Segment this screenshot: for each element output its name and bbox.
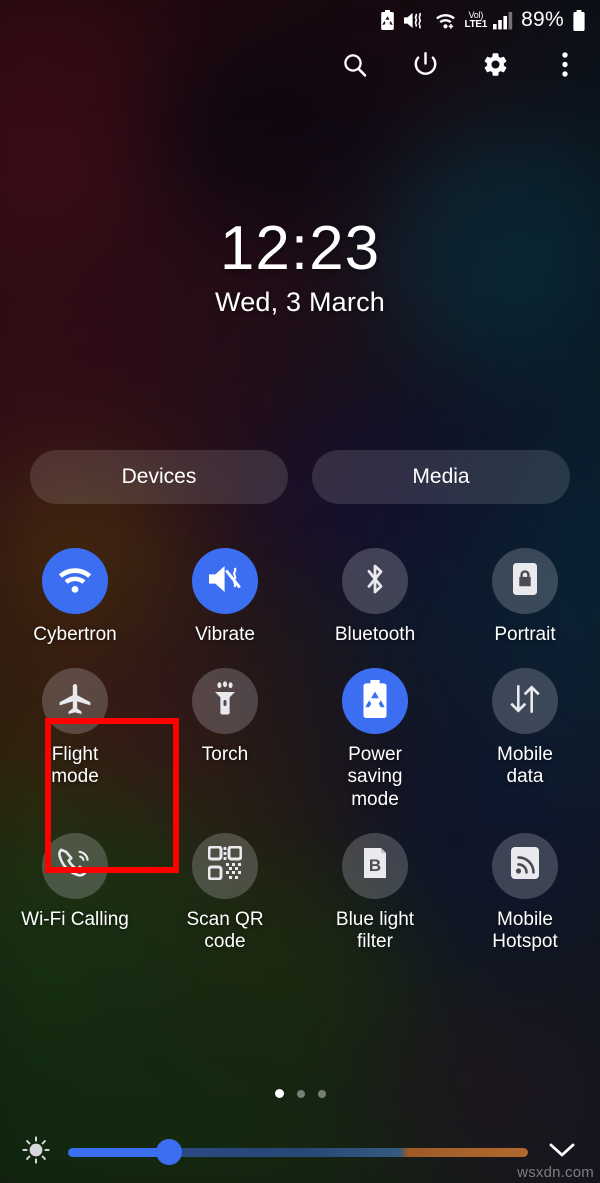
battery-percent-label: 89%: [521, 8, 564, 31]
volte-status-icon: Vol) LTE1: [464, 10, 488, 30]
pill-button-row: Devices Media: [30, 450, 570, 504]
brightness-icon: [21, 1135, 51, 1170]
search-icon: [342, 52, 368, 83]
signal-bars-status-icon: [493, 11, 513, 30]
tile-wifi-calling[interactable]: Wi-Fi Calling: [0, 832, 150, 953]
tile-power-saving-label: Power saving mode: [347, 744, 403, 810]
flashlight-icon: [209, 681, 241, 722]
qr-code-icon: [207, 845, 243, 885]
tile-scan-qr-circle: [192, 832, 258, 899]
power-button[interactable]: [404, 46, 446, 88]
tile-blue-light-filter-label: Blue light filter: [335, 908, 415, 953]
gear-icon: [482, 51, 509, 83]
tile-auto-rotate-circle: [492, 548, 558, 614]
tile-wifi-label: Cybertron: [33, 624, 117, 645]
tile-auto-rotate-label: Portrait: [494, 624, 556, 645]
tile-torch-label: Torch: [201, 744, 249, 766]
devices-pill-label: Devices: [121, 465, 197, 488]
mobile-data-icon: [508, 682, 542, 721]
tile-power-saving-circle: [342, 668, 408, 735]
status-bar: Vol) LTE1 89%: [0, 0, 600, 40]
page-dot-2[interactable]: [296, 1089, 305, 1098]
brightness-slider[interactable]: [68, 1137, 528, 1167]
tile-mobile-hotspot-circle: [492, 832, 558, 899]
quick-settings-panel: Vol) LTE1 89% 12:23 Wed, 3 March Devices…: [0, 0, 600, 1183]
clock-widget[interactable]: 12:23 Wed, 3 March: [0, 216, 600, 318]
tile-mobile-data-circle: [492, 668, 558, 735]
tile-wifi-calling-circle: [42, 832, 108, 899]
tile-wifi-circle: [42, 548, 108, 614]
tile-power-saving[interactable]: Power saving mode: [300, 668, 450, 811]
vibrate-status-icon: [403, 11, 426, 30]
tile-sound-mode-label: Vibrate: [195, 624, 255, 645]
tile-scan-qr[interactable]: Scan QR code: [150, 832, 300, 953]
page-indicator[interactable]: [0, 1089, 600, 1098]
clock-date: Wed, 3 March: [215, 287, 385, 318]
bluetooth-icon: [359, 562, 391, 601]
power-icon: [412, 51, 439, 83]
tile-mobile-data[interactable]: Mobile data: [450, 668, 600, 811]
wifi-status-icon: [434, 11, 457, 30]
blue-light-icon: B: [360, 846, 390, 885]
svg-text:B: B: [369, 856, 381, 875]
tile-flight-mode-circle: [42, 668, 108, 735]
clock-time: 12:23: [219, 214, 381, 283]
media-pill[interactable]: Media: [312, 450, 570, 504]
tile-flight-mode[interactable]: Flight mode: [0, 668, 150, 811]
settings-button[interactable]: [474, 46, 516, 88]
chevron-down-icon: [548, 1141, 576, 1164]
media-pill-label: Media: [412, 465, 470, 488]
battery-saver-status-icon: [380, 10, 395, 30]
page-dot-3[interactable]: [317, 1089, 326, 1098]
tile-bluetooth-circle: [342, 548, 408, 614]
airplane-icon: [57, 682, 93, 721]
battery-saver-icon: [361, 679, 389, 723]
tile-auto-rotate[interactable]: Portrait: [450, 548, 600, 646]
search-button[interactable]: [334, 46, 376, 88]
more-vertical-icon: [561, 51, 569, 83]
battery-status-icon: [572, 9, 586, 31]
tile-wifi-calling-label: Wi-Fi Calling: [21, 908, 129, 930]
vibrate-icon: [206, 563, 244, 600]
tile-mobile-hotspot[interactable]: Mobile Hotspot: [450, 832, 600, 953]
brightness-button[interactable]: [18, 1134, 54, 1170]
brightness-slider-fill: [68, 1147, 170, 1157]
tile-bluetooth-label: Bluetooth: [334, 624, 416, 645]
hotspot-icon: [509, 846, 541, 885]
rotation-lock-icon: [510, 561, 540, 602]
more-options-button[interactable]: [544, 46, 586, 88]
wifi-icon: [56, 563, 94, 600]
tile-bluetooth[interactable]: Bluetooth: [300, 548, 450, 646]
wifi-calling-icon: [56, 845, 94, 886]
tile-blue-light-filter[interactable]: B Blue light filter: [300, 832, 450, 953]
tile-mobile-hotspot-label: Mobile Hotspot: [492, 908, 558, 953]
tile-sound-mode-circle: [192, 548, 258, 614]
tile-mobile-data-label: Mobile data: [497, 744, 553, 788]
watermark: wsxdn.com: [517, 1164, 594, 1181]
quick-settings-grid: Cybertron Vibrate Bluetooth Portrait Fli…: [0, 548, 600, 953]
quick-settings-toolbar: [334, 46, 586, 88]
tile-scan-qr-label: Scan QR code: [186, 908, 264, 953]
tile-blue-light-filter-circle: B: [342, 832, 408, 899]
tile-torch-circle: [192, 668, 258, 735]
brightness-slider-thumb[interactable]: [156, 1139, 183, 1165]
devices-pill[interactable]: Devices: [30, 450, 288, 504]
tile-wifi[interactable]: Cybertron: [0, 548, 150, 646]
brightness-row: [0, 1127, 600, 1177]
page-dot-1[interactable]: [274, 1089, 284, 1098]
tile-torch[interactable]: Torch: [150, 668, 300, 811]
tile-flight-mode-label: Flight mode: [51, 744, 99, 788]
tile-sound-mode[interactable]: Vibrate: [150, 548, 300, 646]
volte-label-bottom: LTE1: [464, 18, 488, 30]
